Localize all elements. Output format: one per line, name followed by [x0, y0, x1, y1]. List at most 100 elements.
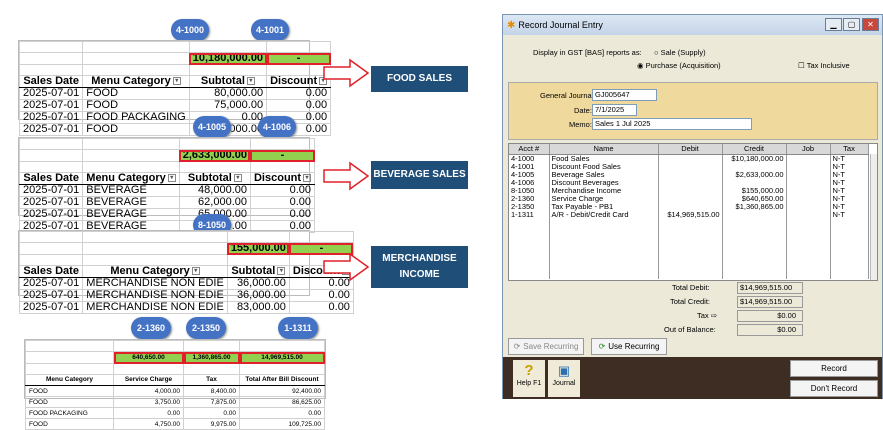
gst-display-label: Display in GST [BAS] reports as:	[533, 48, 642, 57]
help-button[interactable]: ? Help F1	[513, 360, 545, 397]
sale-radio[interactable]: ○ Sale (Supply)	[654, 48, 706, 57]
beverage-discount-total: -	[249, 149, 316, 162]
account-badge-2-1360: 2-1360	[131, 317, 171, 339]
right-arrow-icon	[323, 58, 370, 88]
merchandise-income-label: MERCHANDISE INCOME	[371, 246, 468, 288]
filter-icon[interactable]: ▾	[277, 267, 286, 276]
table-row: 2025-07-01BEVERAGE65,000.000.00	[18, 208, 316, 221]
bill-total: 14,969,515.00	[239, 351, 325, 364]
tax-arrow-icon[interactable]: ⇨	[711, 311, 717, 320]
journal-button[interactable]: ▣ Journal	[548, 360, 580, 397]
col-header[interactable]: Sales Date	[18, 265, 84, 278]
filter-icon[interactable]: ▾	[191, 267, 200, 276]
total-debit-value: $14,969,515.00	[737, 282, 803, 294]
recycle-icon: ⟳	[598, 342, 606, 351]
out-of-balance-label: Out of Balance:	[664, 325, 716, 334]
table-row: FOOD 4,000.00 8,400.00 92,400.00	[25, 385, 325, 397]
table-row: 2025-07-01 MERCHANDISE NON EDIE 36,000.00 0…	[18, 289, 354, 302]
col-header[interactable]: Sales Date	[18, 75, 84, 88]
food-sales-label: FOOD SALES	[371, 66, 468, 92]
journal-line[interactable]: 1-1311 A/R - Debit/Credit Card $14,969,515…	[509, 210, 869, 219]
beverage-sales-sheet: 2,633,000.00- Sales Date Menu Category ▾ …	[18, 137, 316, 233]
save-recurring-button[interactable]: ⟳ Save Recurring	[508, 338, 584, 355]
tax-label: Tax ⇨	[697, 311, 718, 320]
filter-icon[interactable]: ▾	[246, 77, 255, 86]
record-button[interactable]: Record	[790, 360, 878, 377]
help-icon: ?	[524, 362, 534, 379]
date-field[interactable]: 7/1/2025	[592, 104, 637, 116]
food-sales-sheet: 10,180,000.00- Sales Date Menu Category ▾…	[18, 40, 332, 136]
account-badge-4-1000: 4-1000	[171, 19, 209, 41]
account-badge-1-1311: 1-1311	[278, 317, 318, 339]
col-header[interactable]: Subtotal ▾	[226, 265, 290, 278]
col-header[interactable]: Subtotal ▾	[178, 172, 251, 185]
maximize-button[interactable]: ▢	[843, 18, 860, 31]
col-header[interactable]: Menu Category ▾	[82, 75, 190, 88]
col-header[interactable]: Discount▾	[249, 172, 316, 185]
bottom-bar: ? Help F1 ▣ Journal Record Don't Record	[503, 357, 882, 399]
tax-total: 1,360,865.00	[183, 351, 240, 364]
beverage-sales-label: BEVERAGE SALES	[371, 161, 468, 189]
col-header[interactable]: Tax	[830, 144, 869, 155]
col-header[interactable]: Job	[786, 144, 831, 155]
right-arrow-icon	[323, 252, 370, 282]
filter-icon[interactable]: ▾	[172, 77, 181, 86]
radio-selected-icon[interactable]: ◉	[637, 61, 644, 70]
beverage-subtotal-total: 2,633,000.00	[178, 149, 251, 162]
table-row: 2025-07-01 BEVERAGE 62,000.00 0.00	[18, 196, 316, 209]
radio-icon[interactable]: ○	[654, 48, 659, 57]
date-label: Date:	[574, 106, 592, 115]
journal-line[interactable]: 2-1360 Service Charge $640,650.00 N-T	[509, 194, 869, 203]
col-header[interactable]: Subtotal ▾	[188, 75, 268, 88]
account-badge-4-1005: 4-1005	[193, 116, 231, 138]
col-header[interactable]: Name	[549, 144, 659, 155]
right-arrow-icon	[323, 161, 370, 191]
filter-icon[interactable]: ▾	[233, 174, 242, 183]
purchase-radio[interactable]: ◉ Purchase (Acquisition)	[637, 61, 721, 70]
col-header[interactable]: Service Charge	[113, 374, 184, 386]
dont-record-button[interactable]: Don't Record	[790, 380, 878, 397]
col-header[interactable]: Debit	[658, 144, 723, 155]
col-header[interactable]: Total After Bill Discount	[239, 374, 325, 386]
grid-scrollbar[interactable]	[870, 154, 877, 280]
total-debit-label: Total Debit:	[672, 283, 710, 292]
journal-lines-grid[interactable]: Acct # Name Debit Credit Job Tax 4-1000 F…	[508, 143, 878, 281]
header-section: General Journal #: GJ005647 Date: 7/1/20…	[508, 82, 878, 140]
checkbox-icon[interactable]: ☐	[798, 61, 805, 70]
col-header[interactable]: Menu Category ▾	[82, 265, 228, 278]
out-of-balance-value: $0.00	[737, 324, 803, 336]
use-recurring-button[interactable]: ⟳ Use Recurring	[591, 338, 667, 355]
title-bar: ✱ Record Journal Entry ▁ ▢ ✕	[503, 15, 882, 35]
merch-subtotal-total: 155,000.00	[226, 242, 290, 255]
tax-value: $0.00	[737, 310, 803, 322]
table-row: FOOD 3,750.00 7,875.00 86,625.00	[25, 396, 325, 408]
total-credit-label: Total Credit:	[670, 297, 711, 306]
table-row: FOOD 4,750.00 9,975.00 109,725.00	[25, 418, 325, 430]
service-charge-total: 640,650.00	[113, 351, 184, 364]
summary-sheet: 640,650.00 1,360,865.00 14,969,515.00 Me…	[24, 339, 326, 430]
table-row: 2025-07-01 BEVERAGE 48,000.00 0.00	[18, 184, 316, 197]
close-button[interactable]: ✕	[862, 18, 879, 31]
food-subtotal-total: 10,180,000.00	[188, 52, 268, 65]
account-badge-4-1006: 4-1006	[258, 116, 296, 138]
col-header[interactable]: Credit	[722, 144, 787, 155]
journal-line[interactable]: 4-1005 Beverage Sales $2,633,000.00 N-T	[509, 170, 869, 179]
tax-inclusive-checkbox[interactable]: ☐ Tax Inclusive	[798, 61, 850, 70]
col-header[interactable]: Sales Date	[18, 172, 84, 185]
journal-line[interactable]: 2-1350 Tax Payable - PB1 $1,360,865.00 N-T	[509, 202, 869, 211]
journal-line[interactable]: 4-1000 Food Sales $10,180,000.00 N-T	[509, 154, 869, 163]
journal-line[interactable]: 4-1006 Discount Beverages N-T	[509, 178, 869, 187]
general-journal-field[interactable]: GJ005647	[592, 89, 657, 101]
col-header[interactable]: Menu Category ▾	[82, 172, 180, 185]
col-header[interactable]: Tax	[183, 374, 240, 386]
table-row: 2025-07-01 FOOD 75,000.00 0.00	[18, 99, 332, 112]
journal-line[interactable]: 8-1050 Merchandise Income $155,000.00 N-T	[509, 186, 869, 195]
table-row: FOOD PACKAGING 0.00 0.00 0.00	[25, 407, 325, 419]
minimize-button[interactable]: ▁	[825, 18, 842, 31]
filter-icon[interactable]: ▾	[167, 174, 176, 183]
journal-line[interactable]: 4-1001 Discount Food Sales N-T	[509, 162, 869, 171]
memo-field[interactable]: Sales 1 Jul 2025	[592, 118, 752, 130]
filter-icon[interactable]: ▾	[303, 174, 312, 183]
col-header[interactable]: Menu Category	[25, 374, 114, 386]
col-header[interactable]: Acct #	[509, 144, 550, 155]
